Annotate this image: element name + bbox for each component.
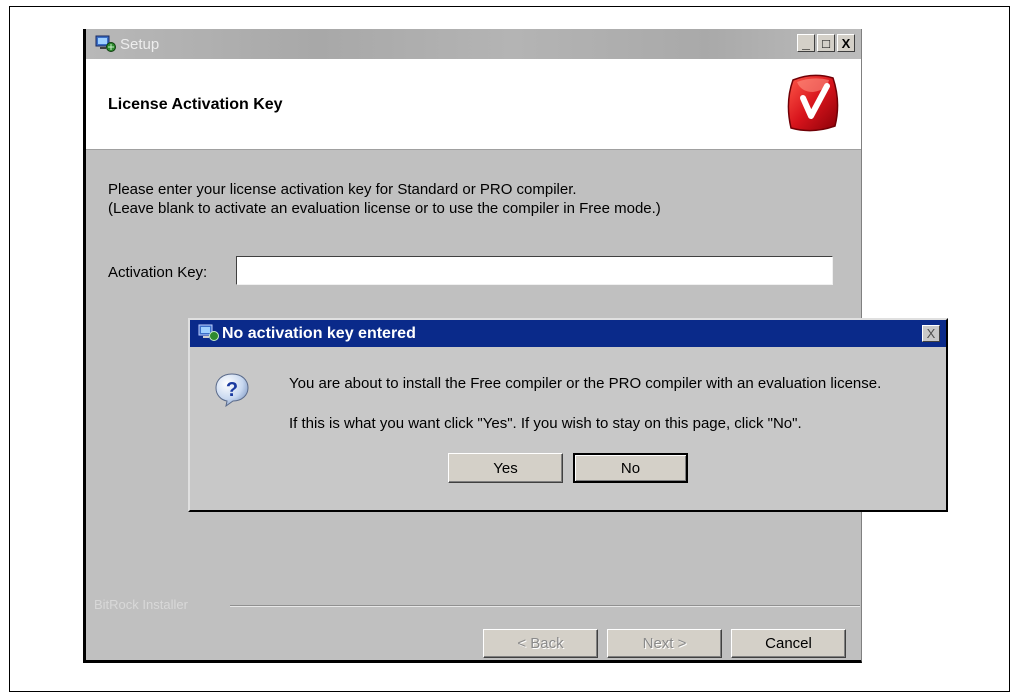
yes-button[interactable]: Yes xyxy=(448,453,563,483)
mplab-logo-icon xyxy=(787,74,839,132)
setup-app-icon xyxy=(95,35,116,52)
maximize-button[interactable]: □ xyxy=(817,34,835,52)
setup-title: Setup xyxy=(120,36,160,53)
dialog-title: No activation key entered xyxy=(222,325,416,342)
instruction-text: Please enter your license activation key… xyxy=(108,180,661,218)
maximize-icon: □ xyxy=(822,35,830,51)
minimize-button[interactable]: _ xyxy=(797,34,815,52)
page-title: License Activation Key xyxy=(108,96,283,113)
wizard-header: License Activation Key xyxy=(86,59,861,150)
activation-key-label: Activation Key: xyxy=(108,264,208,281)
minimize-icon: _ xyxy=(802,35,810,51)
question-icon: ? xyxy=(215,373,249,408)
cancel-button[interactable]: Cancel xyxy=(731,629,846,658)
close-icon: X xyxy=(926,326,936,341)
no-key-dialog: No activation key entered X ? You are ab… xyxy=(188,318,948,512)
close-button[interactable]: X xyxy=(837,34,855,52)
dialog-titlebar[interactable]: No activation key entered X xyxy=(190,320,946,347)
instruction-line-1: Please enter your license activation key… xyxy=(108,181,577,198)
svg-text:?: ? xyxy=(226,379,238,401)
dialog-app-icon xyxy=(198,324,219,341)
dialog-close-button[interactable]: X xyxy=(922,325,940,342)
back-button[interactable]: < Back xyxy=(483,629,598,658)
activation-key-input[interactable] xyxy=(236,256,833,285)
installer-brand: BitRock Installer xyxy=(94,597,188,612)
next-button[interactable]: Next > xyxy=(607,629,722,658)
footer-divider xyxy=(230,605,860,607)
no-button[interactable]: No xyxy=(573,453,688,483)
setup-titlebar[interactable]: Setup _ □ X xyxy=(86,29,861,59)
dialog-message-1: You are about to install the Free compil… xyxy=(289,375,882,392)
instruction-line-2: (Leave blank to activate an evaluation l… xyxy=(108,200,661,217)
close-icon: X xyxy=(841,35,851,51)
dialog-message-2: If this is what you want click "Yes". If… xyxy=(289,415,802,432)
